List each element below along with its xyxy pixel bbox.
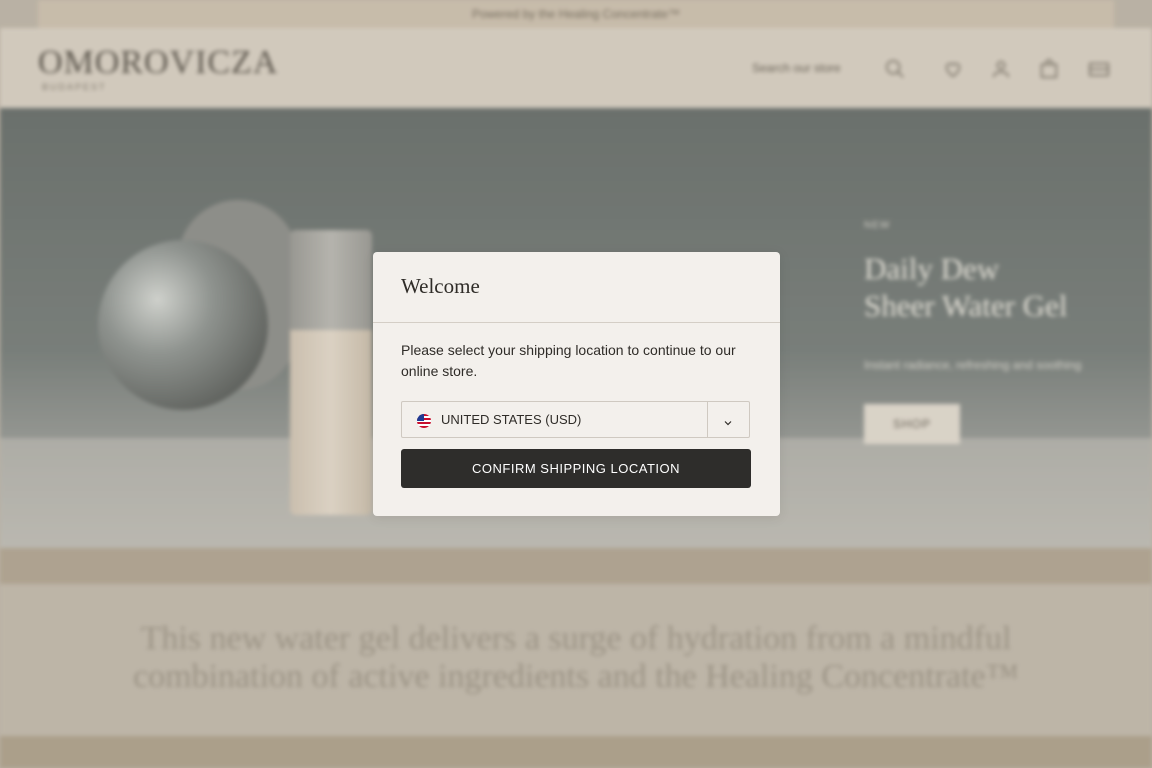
shipping-location-select[interactable]: UNITED STATES (USD)	[401, 401, 750, 438]
modal-title: Welcome	[401, 274, 480, 298]
welcome-modal: Welcome Please select your shipping loca…	[373, 252, 780, 516]
modal-message: Please select your shipping location to …	[401, 342, 736, 379]
shipping-location-value: UNITED STATES (USD)	[441, 412, 582, 427]
modal-divider	[373, 322, 780, 323]
confirm-shipping-location-button[interactable]: CONFIRM SHIPPING LOCATION	[401, 449, 751, 488]
us-flag-icon	[417, 414, 431, 428]
select-separator	[707, 402, 708, 437]
page: Powered by the Healing Concentrate™ OMOR…	[0, 0, 1152, 768]
chevron-down-icon[interactable]	[723, 415, 733, 426]
